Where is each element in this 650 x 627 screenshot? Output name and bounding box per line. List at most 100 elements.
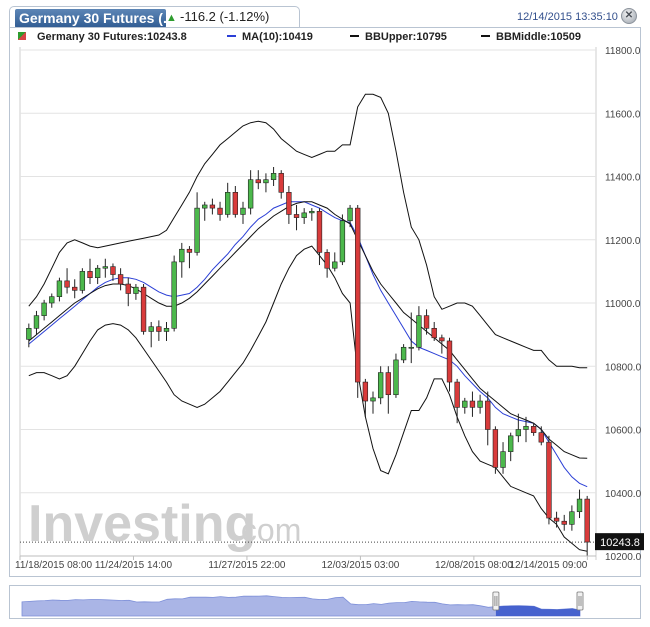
candle xyxy=(362,378,369,417)
candle xyxy=(293,204,300,231)
y-tick-label: 11800.0 xyxy=(605,46,641,57)
navigator-left-handle[interactable] xyxy=(492,591,500,611)
candle xyxy=(508,432,514,462)
candle xyxy=(225,182,231,218)
navigator-right-handle[interactable] xyxy=(576,591,584,611)
logo-brand: Investing xyxy=(28,495,256,553)
candle xyxy=(393,353,399,398)
candle-body xyxy=(240,207,246,215)
candle-body xyxy=(56,280,63,297)
candle xyxy=(194,192,200,256)
candle-body xyxy=(408,346,414,349)
grid xyxy=(19,47,597,560)
candle xyxy=(385,366,391,414)
candle-body xyxy=(423,315,430,329)
candle xyxy=(148,321,154,348)
candle-body xyxy=(209,204,216,209)
candle-body xyxy=(179,248,185,263)
candle-body xyxy=(278,173,284,193)
candle-body xyxy=(110,266,116,275)
candle-body xyxy=(79,271,86,291)
candle-body xyxy=(377,372,384,399)
candle-body xyxy=(156,326,162,332)
candle-body xyxy=(515,429,522,437)
candle xyxy=(546,435,552,525)
candle xyxy=(584,495,590,556)
candle xyxy=(56,277,63,302)
candle-body xyxy=(561,520,567,525)
candle xyxy=(462,397,468,414)
candle xyxy=(140,284,147,335)
candle xyxy=(125,277,131,307)
x-tick-label: 11/27/2015 22:00 xyxy=(208,560,286,571)
candle-body xyxy=(439,337,445,342)
x-tick-label: 11/24/2015 14:00 xyxy=(95,560,173,571)
candle-body xyxy=(576,498,583,513)
handle-grip[interactable] xyxy=(492,591,500,611)
candle xyxy=(500,442,506,474)
candle-body xyxy=(247,179,254,209)
candle-body xyxy=(140,286,147,332)
candle-body xyxy=(148,326,154,332)
candle-body xyxy=(49,296,55,304)
candle-body xyxy=(523,426,529,430)
candle-body xyxy=(469,400,476,408)
candle-body xyxy=(102,266,108,269)
candle xyxy=(33,310,40,335)
series-line-bbmiddle xyxy=(28,201,588,459)
candle-body xyxy=(255,179,261,184)
navigator-chart[interactable] xyxy=(10,586,640,618)
candle-body xyxy=(41,302,47,316)
candle-body xyxy=(339,220,346,263)
candle-body xyxy=(309,210,315,214)
indicator-lines xyxy=(28,93,588,552)
candle xyxy=(110,263,116,281)
candle-body xyxy=(186,248,193,253)
candle xyxy=(179,242,185,278)
x-tick-label: 11/18/2015 08:00 xyxy=(15,560,93,571)
y-tick-label: 10800.0 xyxy=(605,362,642,373)
candle-body xyxy=(202,204,208,209)
candle xyxy=(49,293,55,308)
candle-body xyxy=(385,372,391,396)
candle xyxy=(186,246,193,269)
candle-body xyxy=(263,179,269,184)
candle xyxy=(301,208,307,224)
navigator[interactable] xyxy=(9,585,641,619)
candle-body xyxy=(316,210,323,253)
price-chart[interactable]: Investing .com 11800.0 11600.0 11400.0 1120… xyxy=(0,0,650,627)
candle xyxy=(469,391,476,417)
candle xyxy=(133,284,139,300)
candle xyxy=(324,249,330,278)
candle xyxy=(171,255,177,332)
candle xyxy=(569,505,575,531)
candle xyxy=(270,167,277,186)
candle-body xyxy=(400,346,407,361)
candle xyxy=(416,306,422,351)
candle-body xyxy=(324,252,330,269)
candle xyxy=(163,321,170,341)
candle xyxy=(79,268,86,294)
y-tick-label: 11400.0 xyxy=(605,173,641,184)
candle xyxy=(64,268,70,294)
candle-body xyxy=(332,261,338,269)
candle-body xyxy=(362,381,369,402)
y-tick-label: 10200.0 xyxy=(605,552,642,563)
x-axis: 11/18/2015 08:00 11/24/2015 14:00 11/27/20… xyxy=(15,555,596,571)
candle-body xyxy=(301,212,307,218)
candle-body xyxy=(393,359,399,396)
candle xyxy=(72,279,78,299)
candle xyxy=(355,204,361,398)
candle xyxy=(553,511,560,528)
candle-body xyxy=(125,283,131,294)
candle-body xyxy=(446,340,453,383)
handle-grip[interactable] xyxy=(576,591,584,611)
candle-body xyxy=(225,192,231,215)
candle xyxy=(400,344,407,364)
candle-body xyxy=(477,400,483,408)
candle-body xyxy=(553,517,560,522)
candle xyxy=(339,214,346,266)
candle xyxy=(26,323,32,348)
candle-body xyxy=(416,315,422,348)
candle xyxy=(477,394,483,414)
